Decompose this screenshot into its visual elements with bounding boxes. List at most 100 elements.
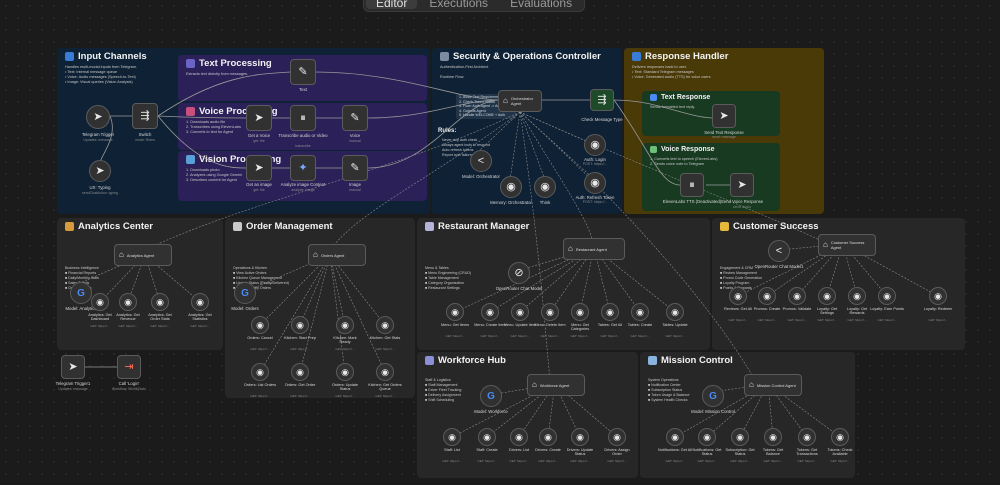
model-orchestrator-node[interactable]: < (470, 150, 492, 172)
tool-node[interactable]: ◉ (91, 293, 109, 311)
tool-node[interactable]: ◉ (291, 316, 309, 334)
robot-icon: ⌂ (568, 244, 573, 253)
image-icon (186, 155, 195, 164)
tool-node[interactable]: ◉ (878, 287, 896, 305)
tool-node[interactable]: ◉ (481, 303, 499, 321)
openrouter-chat-node-2[interactable]: < (768, 240, 790, 262)
tool-node[interactable]: ◉ (698, 428, 716, 446)
tool-node[interactable]: ◉ (251, 363, 269, 381)
tool-node[interactable]: ◉ (764, 428, 782, 446)
send-voice-response-node[interactable]: ➤ (730, 173, 754, 197)
tool-node[interactable]: ◉ (443, 428, 461, 446)
tool-node[interactable]: ◉ (631, 303, 649, 321)
tool-node-subtitle: GET: https://... (540, 334, 560, 338)
typing-node[interactable]: ➤ (89, 160, 111, 182)
openrouter-chat-node[interactable]: ⊘ (508, 262, 530, 284)
tool-node[interactable]: ◉ (291, 363, 309, 381)
telegram-icon: ➤ (254, 161, 264, 174)
orders-agent-node[interactable]: ⌂ Orders Agent (308, 244, 366, 266)
tool-node[interactable]: ◉ (571, 303, 589, 321)
tab-evaluations[interactable]: Evaluations (500, 0, 582, 10)
tool-node[interactable]: ◉ (608, 428, 626, 446)
tool-node[interactable]: ◉ (929, 287, 947, 305)
model-orders-node[interactable]: G (234, 282, 256, 304)
mission-control-agent-node[interactable]: ⌂ Mission Control Agent (744, 374, 802, 396)
tool-node[interactable]: ◉ (666, 303, 684, 321)
tool-node[interactable]: ◉ (818, 287, 836, 305)
analyze-image-node[interactable]: ✦ (290, 155, 316, 181)
call-login-node[interactable]: ⇥ (117, 355, 141, 379)
analytics-agent-node[interactable]: ⌂ Analytics Agent (114, 244, 172, 266)
tool-node[interactable]: ◉ (251, 316, 269, 334)
tool-node[interactable]: ◉ (729, 287, 747, 305)
document-icon (650, 94, 657, 101)
text-node[interactable]: ✎ (290, 59, 316, 85)
tool-node[interactable]: ◉ (511, 303, 529, 321)
tool-node[interactable]: ◉ (191, 293, 209, 311)
customer-success-agent-node[interactable]: ⌂ Customer Success Agent (818, 234, 876, 256)
note-title: Order Management (246, 221, 333, 232)
node-subtitle: manual (349, 139, 361, 143)
tool-node[interactable]: ◉ (758, 287, 776, 305)
switch-node[interactable]: ⇶ (132, 103, 158, 129)
check-message-type-node[interactable]: ⇶ (590, 89, 614, 111)
transcribe-node[interactable]: ⏸ (290, 105, 316, 131)
tool-node[interactable]: ◉ (798, 428, 816, 446)
gemini-sparkle-icon: ✦ (298, 161, 308, 174)
get-voice-node[interactable]: ➤ (246, 105, 272, 131)
note-title: Analytics Center (78, 221, 153, 232)
get-image-node[interactable]: ➤ (246, 155, 272, 181)
telegram-trigger1-node[interactable]: ➤ (61, 355, 85, 379)
restaurant-agent-node[interactable]: ⌂ Restaurant Agent (563, 238, 625, 260)
tool-node[interactable]: ◉ (510, 428, 528, 446)
image-node[interactable]: ✎ (342, 155, 368, 181)
tool-node[interactable]: ◉ (119, 293, 137, 311)
tool-node[interactable]: ◉ (666, 428, 684, 446)
model-workforce-node[interactable]: G (480, 385, 502, 407)
memory-orchestrator-node[interactable]: ◉ (500, 176, 522, 198)
orchestrator-agent-node[interactable]: ⌂ Orchestrator Agent (498, 90, 542, 112)
tool-node[interactable]: ◉ (336, 363, 354, 381)
robot-icon: ⌂ (532, 380, 537, 389)
tool-node-label: Tables: Update (662, 323, 688, 327)
tool-node-subtitle: GET: https://... (570, 334, 590, 338)
globe-icon: ◉ (803, 431, 811, 442)
tool-node[interactable]: ◉ (731, 428, 749, 446)
tool-node[interactable]: ◉ (541, 303, 559, 321)
tab-executions[interactable]: Executions (419, 0, 498, 10)
tool-node-subtitle: GET: https://... (445, 334, 465, 338)
auth-refresh-node[interactable]: ◉ (584, 172, 606, 194)
tool-node[interactable]: ◉ (831, 428, 849, 446)
tool-node[interactable]: ◉ (571, 428, 589, 446)
telegram-trigger-node[interactable]: ➤ (86, 105, 110, 129)
node-label: Restaurant Agent (575, 246, 607, 252)
tool-node[interactable]: ◉ (336, 316, 354, 334)
model-analytics-node[interactable]: G (70, 282, 92, 304)
node-label: Get an image (246, 182, 272, 187)
tool-node[interactable]: ◉ (478, 428, 496, 446)
node-label: Get a Voice (247, 133, 271, 138)
node-label: Analytics Agent (126, 252, 155, 258)
send-text-response-node[interactable]: ➤ (712, 104, 736, 128)
workforce-agent-node[interactable]: ⌂ Workforce Agent (527, 374, 585, 396)
tool-node[interactable]: ◉ (539, 428, 557, 446)
tool-node[interactable]: ◉ (151, 293, 169, 311)
tool-node[interactable]: ◉ (376, 316, 394, 334)
tool-node[interactable]: ◉ (601, 303, 619, 321)
auth-login-node[interactable]: ◉ (584, 134, 606, 156)
workflow-canvas[interactable]: Editor Executions Evaluations Input Chan… (0, 0, 1000, 485)
restaurant-icon (425, 222, 434, 231)
voice-node[interactable]: ✎ (342, 105, 368, 131)
elevenlabs-tts-node[interactable]: ⏸ (680, 173, 704, 197)
tool-node-subtitle: GET: https://... (442, 459, 462, 463)
tool-node[interactable]: ◉ (446, 303, 464, 321)
model-mission-node[interactable]: G (702, 385, 724, 407)
tool-node[interactable]: ◉ (376, 363, 394, 381)
tab-editor[interactable]: Editor (366, 0, 418, 10)
globe-icon: ◉ (836, 431, 844, 442)
think-node[interactable]: ◉ (534, 176, 556, 198)
tool-node[interactable]: ◉ (788, 287, 806, 305)
robot-icon: ⌂ (823, 240, 828, 249)
clipboard-icon (233, 222, 242, 231)
tool-node[interactable]: ◉ (848, 287, 866, 305)
